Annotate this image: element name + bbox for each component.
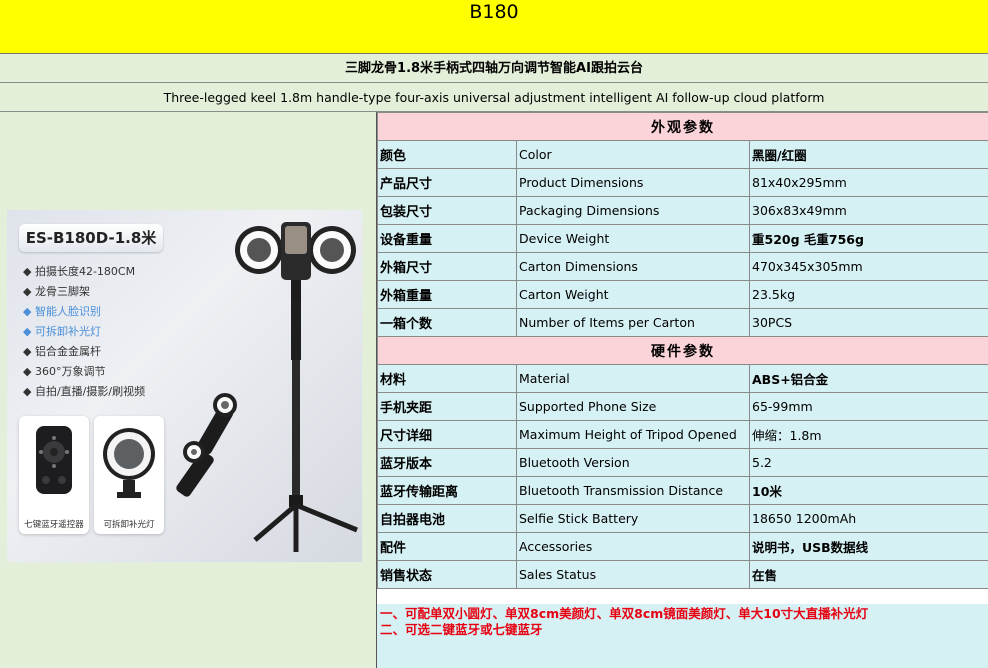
spec-value: 65-99mm bbox=[749, 392, 988, 421]
spec-label-zh: 蓝牙版本 bbox=[377, 448, 517, 477]
spec-label-en: Sales Status bbox=[516, 560, 750, 589]
spec-value: 30PCS bbox=[749, 308, 988, 337]
spec-label-zh: 手机夹距 bbox=[377, 392, 517, 421]
spec-label-zh: 颜色 bbox=[377, 140, 517, 169]
feature-item: ◆ 龙骨三脚架 bbox=[23, 285, 90, 298]
spec-label-en: Carton Weight bbox=[516, 280, 750, 309]
spec-label-en: Bluetooth Transmission Distance bbox=[516, 476, 750, 505]
feature-list: ◆ 拍摄长度42-180CM ◆ 龙骨三脚架 ◆ 智能人脸识别 ◆ 可拆卸补光灯… bbox=[23, 262, 145, 402]
feature-item: ◆ 可拆卸补光灯 bbox=[23, 325, 101, 338]
spec-value: 伸缩：1.8m bbox=[749, 420, 988, 449]
spec-label-en: Material bbox=[516, 364, 750, 393]
spec-label-zh: 配件 bbox=[377, 532, 517, 561]
spec-label-en: Packaging Dimensions bbox=[516, 196, 750, 225]
product-name-zh: 三脚龙骨1.8米手柄式四轴万向调节智能AI跟拍云台 bbox=[0, 54, 988, 83]
feature-item: ◆ 自拍/直播/摄影/刷视频 bbox=[23, 385, 146, 398]
spec-value: 说明书，USB数据线 bbox=[749, 532, 988, 561]
spec-label-en: Maximum Height of Tripod Opened bbox=[516, 420, 750, 449]
spec-label-zh: 自拍器电池 bbox=[377, 504, 517, 533]
table-row: 材料 Material ABS+铝合金 bbox=[377, 364, 988, 393]
image-panel: ES-B180D-1.8米 ◆ 拍摄长度42-180CM ◆ 龙骨三脚架 ◆ 智… bbox=[0, 112, 377, 668]
spec-value: 黑圈/红圈 bbox=[749, 140, 988, 169]
spec-value: 470x345x305mm bbox=[749, 252, 988, 281]
spec-label-zh: 销售状态 bbox=[377, 560, 517, 589]
spec-label-en: Selfie Stick Battery bbox=[516, 504, 750, 533]
spec-value: 在售 bbox=[749, 560, 988, 589]
table-row: 包装尺寸 Packaging Dimensions 306x83x49mm bbox=[377, 196, 988, 225]
spec-label-en: Product Dimensions bbox=[516, 168, 750, 197]
spec-label-en: Bluetooth Version bbox=[516, 448, 750, 477]
spec-value: 重520g 毛重756g bbox=[749, 224, 988, 253]
ring-light-icon bbox=[103, 428, 155, 498]
table-row: 产品尺寸 Product Dimensions 81x40x295mm bbox=[377, 168, 988, 197]
table-row: 蓝牙版本 Bluetooth Version 5.2 bbox=[377, 448, 988, 477]
spec-label-zh: 产品尺寸 bbox=[377, 168, 517, 197]
spec-label-zh: 材料 bbox=[377, 364, 517, 393]
spec-label-zh: 包装尺寸 bbox=[377, 196, 517, 225]
table-row: 销售状态 Sales Status 在售 bbox=[377, 560, 988, 589]
remote-control-label: 七键蓝牙遥控器 bbox=[24, 520, 84, 530]
table-row: 颜色 Color 黑圈/红圈 bbox=[377, 140, 988, 169]
spec-label-en: Number of Items per Carton bbox=[516, 308, 750, 337]
remote-control-card: 七键蓝牙遥控器 bbox=[19, 416, 89, 534]
spec-label-zh: 设备重量 bbox=[377, 224, 517, 253]
spec-label-en: Supported Phone Size bbox=[516, 392, 750, 421]
spec-label-en: Accessories bbox=[516, 532, 750, 561]
table-row: 一箱个数 Number of Items per Carton 30PCS bbox=[377, 308, 988, 337]
spec-label-zh: 一箱个数 bbox=[377, 308, 517, 337]
spec-label-en: Carton Dimensions bbox=[516, 252, 750, 281]
section-title: 外观参数 bbox=[377, 112, 988, 141]
spec-value: ABS+铝合金 bbox=[749, 364, 988, 393]
table-row: 外箱尺寸 Carton Dimensions 470x345x305mm bbox=[377, 252, 988, 281]
feature-item: ◆ 铝合金金属杆 bbox=[23, 345, 101, 358]
model-badge: ES-B180D-1.8米 bbox=[19, 224, 163, 252]
spec-value: 5.2 bbox=[749, 448, 988, 477]
spec-value: 81x40x295mm bbox=[749, 168, 988, 197]
section-header-hardware: 硬件参数 bbox=[377, 336, 988, 365]
feature-item: ◆ 360°万象调节 bbox=[23, 365, 106, 378]
table-row: 蓝牙传输距离 Bluetooth Transmission Distance 1… bbox=[377, 476, 988, 505]
table-row: 设备重量 Device Weight 重520g 毛重756g bbox=[377, 224, 988, 253]
table-row: 手机夹距 Supported Phone Size 65-99mm bbox=[377, 392, 988, 421]
section-header-appearance: 外观参数 bbox=[377, 112, 988, 141]
table-row: 尺寸详细 Maximum Height of Tripod Opened 伸缩：… bbox=[377, 420, 988, 449]
fill-light-label: 可拆卸补光灯 bbox=[103, 520, 155, 530]
title-banner: B180 bbox=[0, 0, 988, 54]
spec-value: 10米 bbox=[749, 476, 988, 505]
fill-light-card: 可拆卸补光灯 bbox=[94, 416, 164, 534]
spec-value: 23.5kg bbox=[749, 280, 988, 309]
section-title: 硬件参数 bbox=[377, 336, 988, 365]
product-name-en: Three-legged keel 1.8m handle-type four-… bbox=[0, 83, 988, 112]
spec-table: 外观参数 颜色 Color 黑圈/红圈 产品尺寸 Product Dimensi… bbox=[377, 112, 988, 589]
spec-label-zh: 外箱重量 bbox=[377, 280, 517, 309]
notes-box: 一、可配单双小圆灯、单双8cm美颜灯、单双8cm镜面美颜灯、单大10寸大直播补光… bbox=[377, 604, 988, 668]
tripod-stick-icon bbox=[176, 222, 358, 552]
spec-label-zh: 外箱尺寸 bbox=[377, 252, 517, 281]
spec-label-en: Color bbox=[516, 140, 750, 169]
remote-control-icon bbox=[36, 426, 72, 494]
note-line: 一、可配单双小圆灯、单双8cm美颜灯、单双8cm镜面美颜灯、单大10寸大直播补光… bbox=[380, 606, 869, 621]
spec-label-zh: 尺寸详细 bbox=[377, 420, 517, 449]
feature-item: ◆ 拍摄长度42-180CM bbox=[23, 265, 136, 278]
product-code: B180 bbox=[469, 1, 519, 23]
spec-label-zh: 蓝牙传输距离 bbox=[377, 476, 517, 505]
spec-value: 18650 1200mAh bbox=[749, 504, 988, 533]
footnote bbox=[21, 550, 22, 555]
table-row: 自拍器电池 Selfie Stick Battery 18650 1200mAh bbox=[377, 504, 988, 533]
product-image: ES-B180D-1.8米 ◆ 拍摄长度42-180CM ◆ 龙骨三脚架 ◆ 智… bbox=[7, 210, 362, 562]
note-line: 二、可选二键蓝牙或七键蓝牙 bbox=[380, 622, 543, 637]
spec-label-en: Device Weight bbox=[516, 224, 750, 253]
spec-value: 306x83x49mm bbox=[749, 196, 988, 225]
table-row: 配件 Accessories 说明书，USB数据线 bbox=[377, 532, 988, 561]
table-row: 外箱重量 Carton Weight 23.5kg bbox=[377, 280, 988, 309]
feature-item: ◆ 智能人脸识别 bbox=[23, 305, 101, 318]
